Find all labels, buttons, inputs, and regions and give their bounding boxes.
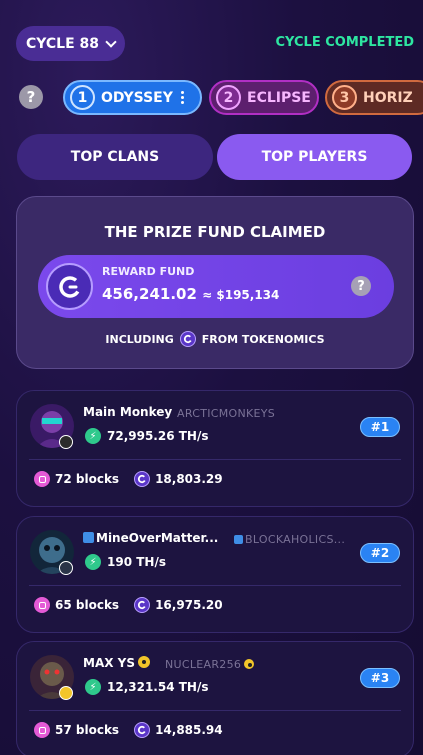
clan-badge-icon <box>59 435 73 449</box>
cube-icon <box>234 535 243 544</box>
hashrate-row: ⚡ 12,321.54 TH/s <box>85 679 209 695</box>
player-clan-row: NUCLEAR256 <box>165 658 255 671</box>
blocks-count: 72 blocks <box>55 472 120 486</box>
reward-amount: 16,975.20 <box>155 598 223 612</box>
blocks-count: 65 blocks <box>55 598 120 612</box>
reward-fund-value: 456,241.02 ≈ $195,134 <box>102 285 279 303</box>
player-stats: 72 blocks 18,803.29 <box>34 471 223 487</box>
gomining-coin-icon <box>179 331 196 347</box>
player-card[interactable]: MAX YS NUCLEAR256 ⚡ 12,321.54 TH/s #3 57… <box>16 641 414 755</box>
rank-badge: #1 <box>360 417 400 437</box>
prize-fund-card: THE PRIZE FUND CLAIMED REWARD FUND 456,2… <box>16 196 414 369</box>
bolt-icon: ⚡ <box>85 554 101 570</box>
player-name: Main Monkey <box>83 405 173 419</box>
arena-number: 2 <box>216 85 241 110</box>
prize-title: THE PRIZE FUND CLAIMED <box>104 223 326 241</box>
player-stats: 65 blocks 16,975.20 <box>34 597 223 613</box>
radiation-icon <box>244 659 255 669</box>
gomining-coin-icon <box>134 471 151 487</box>
player-hashrate: 72,995.26 TH/s <box>107 429 209 443</box>
chevron-down-icon <box>105 35 117 48</box>
block-icon <box>34 597 50 613</box>
more-options-icon[interactable] <box>180 91 184 104</box>
player-card[interactable]: Main Monkey ARCTICMONKEYS ⚡ 72,995.26 TH… <box>16 390 414 507</box>
bolt-icon: ⚡ <box>85 428 101 444</box>
player-clan: BLOCKAHOLICS... <box>245 533 346 546</box>
help-glyph: ? <box>26 88 36 106</box>
bolt-icon: ⚡ <box>85 679 101 695</box>
player-hashrate: 190 TH/s <box>107 555 166 569</box>
help-glyph: ? <box>357 278 365 294</box>
gomining-coin-icon <box>134 597 151 613</box>
block-icon <box>34 471 50 487</box>
arena-tab-horizon[interactable]: 3 HORIZ <box>325 80 423 115</box>
clan-badge-icon <box>59 561 73 575</box>
cycle-status: CYCLE COMPLETED <box>275 35 414 50</box>
including-suffix: FROM TOKENOMICS <box>201 332 325 346</box>
gomining-coin-icon <box>46 263 93 310</box>
including-prefix: INCLUDING <box>105 332 174 346</box>
reward-amount: 14,885.94 <box>155 723 223 737</box>
card-divider <box>29 459 401 460</box>
cube-icon <box>83 532 94 543</box>
player-clan: NUCLEAR256 <box>165 658 242 671</box>
reward-fund-box: REWARD FUND 456,241.02 ≈ $195,134 ? <box>38 255 394 318</box>
player-name-row: MineOverMatter... <box>83 531 218 545</box>
card-divider <box>29 710 401 711</box>
reward-help-icon[interactable]: ? <box>351 276 371 296</box>
arena-tab-odyssey[interactable]: 1 ODYSSEY <box>63 80 202 115</box>
player-hashrate: 12,321.54 TH/s <box>107 680 209 694</box>
radiation-icon <box>138 656 150 668</box>
tab-top-players[interactable]: TOP PLAYERS <box>217 134 412 180</box>
arena-name: ODYSSEY <box>101 89 173 106</box>
arena-name: HORIZ <box>363 89 413 106</box>
cycle-label: CYCLE 88 <box>25 35 100 52</box>
player-name: MineOverMatter... <box>96 531 219 545</box>
rank-badge: #3 <box>360 668 400 688</box>
player-name-row: MAX YS <box>83 656 150 670</box>
card-divider <box>29 585 401 586</box>
player-stats: 57 blocks 14,885.94 <box>34 722 223 738</box>
player-clan: ARCTICMONKEYS <box>177 407 276 420</box>
arena-number: 1 <box>70 85 95 110</box>
reward-amount: 456,241.02 <box>102 285 197 303</box>
arena-name: ECLIPSE <box>247 89 311 106</box>
including-note: INCLUDING FROM TOKENOMICS <box>17 331 413 347</box>
blocks-count: 57 blocks <box>55 723 120 737</box>
rank-badge: #2 <box>360 543 400 563</box>
radiation-badge-icon <box>59 686 73 700</box>
tab-top-clans[interactable]: TOP CLANS <box>17 134 213 180</box>
arena-number: 3 <box>332 85 357 110</box>
arena-tab-eclipse[interactable]: 2 ECLIPSE <box>209 80 319 115</box>
reward-amount: 18,803.29 <box>155 472 223 486</box>
player-card[interactable]: MineOverMatter... BLOCKAHOLICS... ⚡ 190 … <box>16 516 414 633</box>
reward-usd-equivalent: ≈ $195,134 <box>202 288 280 302</box>
cycle-selector[interactable]: CYCLE 88 <box>16 26 125 61</box>
player-name: MAX YS <box>83 656 135 670</box>
gomining-coin-icon <box>134 722 151 738</box>
player-clan-row: BLOCKAHOLICS... <box>234 533 345 546</box>
hashrate-row: ⚡ 190 TH/s <box>85 554 166 570</box>
block-icon <box>34 722 50 738</box>
reward-fund-label: REWARD FUND <box>102 265 195 278</box>
hashrate-row: ⚡ 72,995.26 TH/s <box>85 428 209 444</box>
help-icon[interactable]: ? <box>19 85 43 109</box>
